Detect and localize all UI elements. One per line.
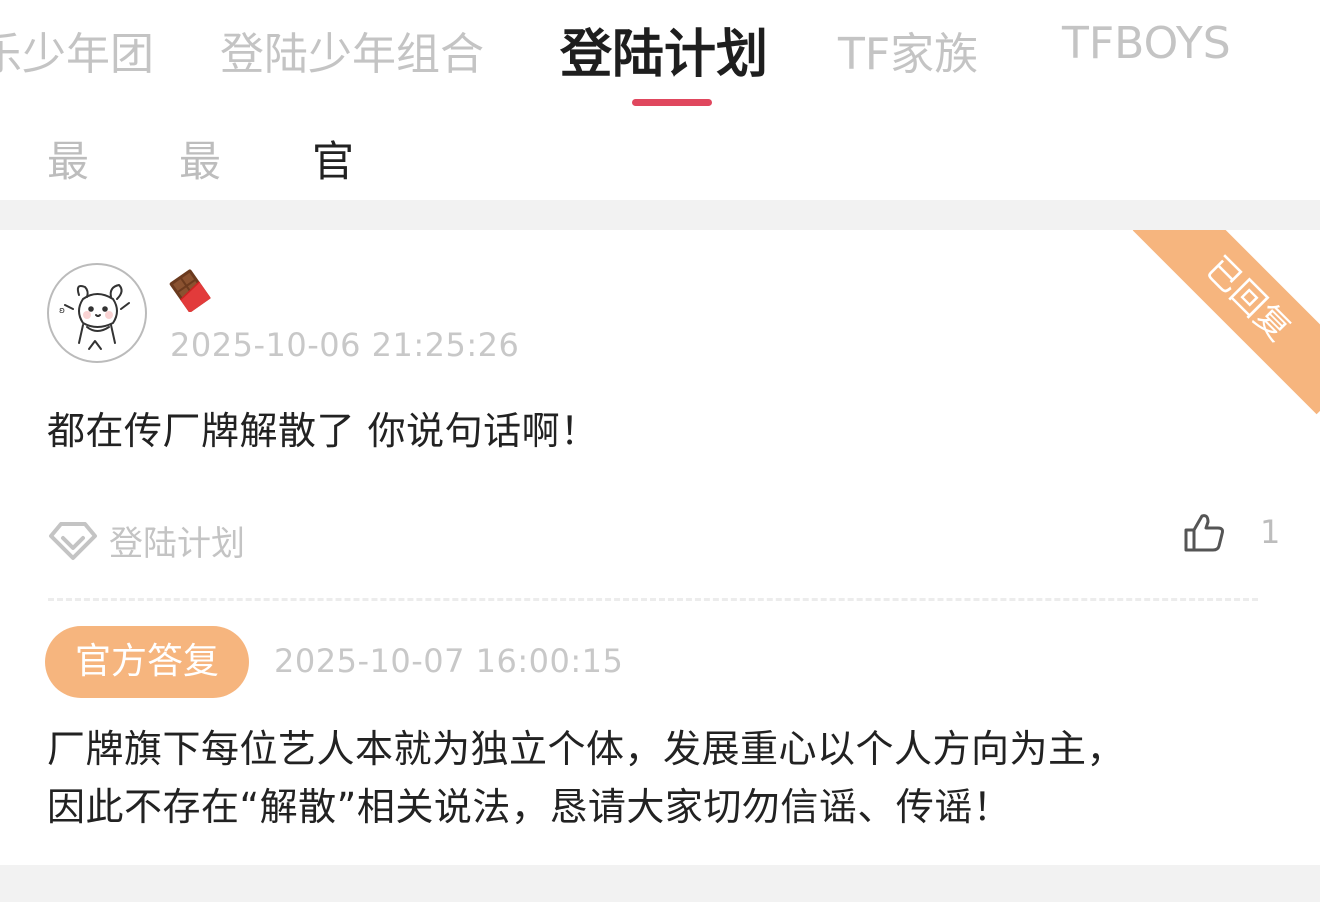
reply-line-2: 因此不存在“解散”相关说法，恳请大家切勿信谣、传谣！: [47, 785, 1012, 829]
reply-divider: [48, 598, 1258, 601]
svg-text:ʚ: ʚ: [59, 306, 65, 316]
avatar-hamster-icon: ʚ: [59, 284, 130, 350]
post-text: 都在传厂牌解散了 你说句话啊！: [47, 409, 599, 453]
reply-timestamp: 2025-10-07 16:00:15: [274, 642, 624, 680]
like-button[interactable]: 1: [1182, 510, 1280, 554]
channel-tab-bar: 乐少年团 登陆少年组合 登陆计划 TF家族 TFBOYS: [0, 0, 1320, 110]
topic-diamond-icon: [49, 522, 97, 560]
chocolate-icon: [169, 269, 211, 314]
section-divider: [0, 200, 1320, 230]
tab-channel-1[interactable]: 乐少年团: [0, 18, 154, 82]
topic-label: 登陆计划: [109, 523, 245, 564]
avatar[interactable]: ʚ: [47, 263, 147, 363]
thumbs-up-icon: [1184, 514, 1224, 552]
official-reply-badge: 官方答复: [45, 626, 249, 698]
author-name[interactable]: [168, 264, 220, 324]
like-count: 1: [1260, 513, 1281, 551]
active-tab-indicator: [632, 99, 712, 106]
replied-ribbon: 已回复: [1132, 230, 1320, 415]
tab-channel-active[interactable]: 登陆计划: [560, 12, 768, 87]
tab-channel-4[interactable]: TF家族: [838, 18, 978, 82]
reply-line-1: 厂牌旗下每位艺人本就为独立个体，发展重心以个人方向为主，: [47, 727, 1126, 771]
section-divider-bottom: [0, 865, 1320, 902]
topic-tag[interactable]: 登陆计划: [47, 518, 245, 564]
post-card[interactable]: 已回复 ʚ 2025-10-06 21:25:26 都在传厂牌解散了 你说句话啊…: [0, 230, 1320, 865]
official-reply-text: 厂牌旗下每位艺人本就为独立个体，发展重心以个人方向为主， 因此不存在“解散”相关…: [47, 720, 1287, 836]
tab-channel-5[interactable]: TFBOYS: [1062, 18, 1231, 69]
post-timestamp: 2025-10-06 21:25:26: [170, 326, 520, 364]
tab-channel-2[interactable]: 登陆少年组合: [220, 18, 484, 82]
